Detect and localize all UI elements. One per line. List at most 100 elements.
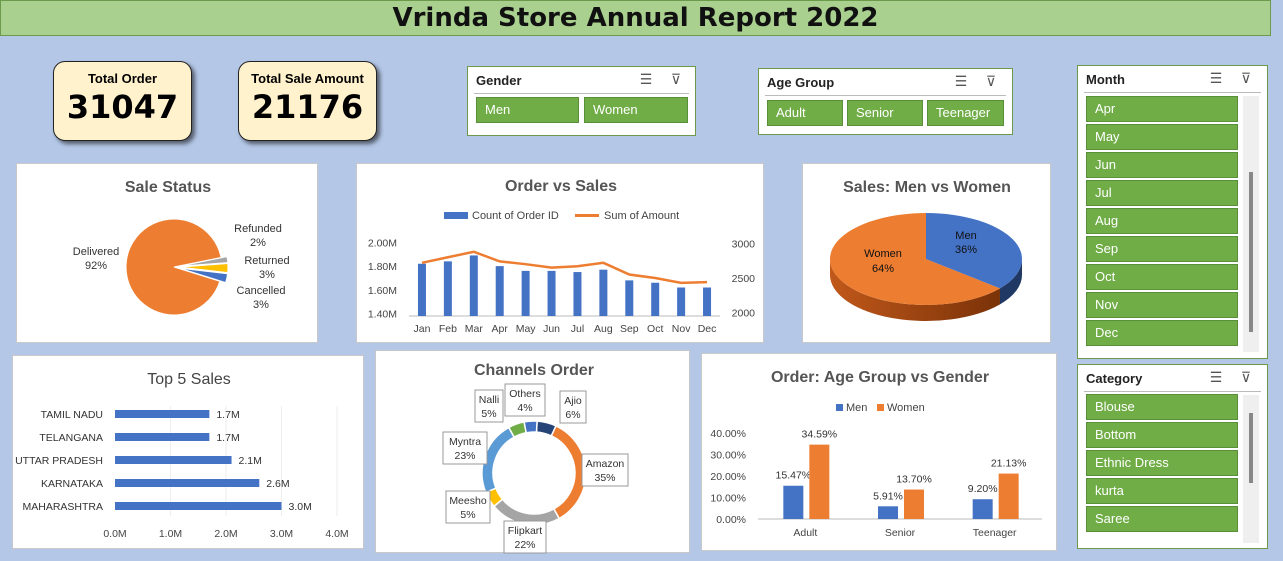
y-right-tick: 2500 [732, 273, 756, 285]
category-item-ethnic-dress[interactable]: Ethnic Dress [1086, 450, 1238, 476]
category-scroll-thumb[interactable] [1249, 413, 1253, 483]
x-tick-label: Nov [672, 323, 691, 335]
slicer-divider [765, 95, 1006, 96]
bar-men [972, 499, 993, 519]
y-category-label: KARNATAKA [41, 478, 103, 490]
age-item-teenager[interactable]: Teenager [927, 100, 1004, 126]
month-item-may[interactable]: May [1086, 124, 1238, 150]
multi-select-icon[interactable]: ☰ [637, 71, 655, 87]
x-tick-label: May [516, 323, 537, 335]
age-item-senior[interactable]: Senior [847, 100, 923, 126]
y-tick-label: 30.00% [710, 450, 746, 462]
category-slicer: Category ☰ ⊽ Blouse Bottom Ethnic Dress kur… [1077, 364, 1268, 549]
category-item-bottom[interactable]: Bottom [1086, 422, 1238, 448]
bar-value-label: 1.7M [216, 432, 239, 444]
bar-value-label: 3.0M [289, 501, 312, 513]
y-tick-label: 20.00% [710, 471, 746, 483]
month-item-oct[interactable]: Oct [1086, 264, 1238, 290]
chart-title: Channels Order [474, 362, 594, 379]
total-order-value: 31047 [66, 88, 179, 126]
legend-label: Sum of Amount [604, 210, 679, 222]
age-vs-gender-card: Order: Age Group vs Gender Men Women 0.00% 1… [701, 353, 1057, 551]
bar-value-label: 13.70% [896, 474, 932, 486]
bar-value-label: 5.91% [873, 490, 903, 502]
clear-filter-icon[interactable]: ⊽ [1237, 70, 1255, 86]
category-item-kurta[interactable]: kurta [1086, 478, 1238, 504]
y-left-tick: 1.60M [368, 285, 397, 297]
slice-name-label: Women [864, 248, 902, 260]
bar-women [998, 473, 1019, 519]
total-sale-value: 21176 [251, 88, 364, 126]
slice-value-label: 2% [250, 237, 266, 249]
y-category-label: UTTAR PRADESH [15, 455, 103, 467]
multi-select-icon[interactable]: ☰ [952, 73, 970, 89]
month-item-aug[interactable]: Aug [1086, 208, 1238, 234]
age-group-slicer: Age Group ☰ ⊽ Adult Senior Teenager [758, 68, 1013, 135]
month-item-dec[interactable]: Dec [1086, 320, 1238, 346]
category-item-saree[interactable]: Saree [1086, 506, 1238, 532]
x-tick-label: 0.0M [103, 528, 126, 540]
x-tick-label: Jan [413, 323, 430, 335]
clear-filter-icon[interactable]: ⊽ [982, 73, 1000, 89]
x-tick-label: Dec [698, 323, 717, 335]
month-item-jul[interactable]: Jul [1086, 180, 1238, 206]
age-vs-gender-chart: Order: Age Group vs Gender Men Women 0.00% 1… [710, 369, 1042, 539]
bar-men [878, 506, 898, 519]
total-order-card: Total Order 31047 [53, 61, 192, 141]
month-item-sep[interactable]: Sep [1086, 236, 1238, 262]
bar-state-sales [115, 502, 282, 510]
legend-swatch-women [877, 404, 884, 411]
slice-name-label: Men [955, 230, 976, 242]
slice-value-label: 3% [259, 269, 275, 281]
month-item-jun[interactable]: Jun [1086, 152, 1238, 178]
bar-state-sales [115, 410, 210, 418]
clear-filter-icon[interactable]: ⊽ [667, 71, 685, 87]
bar-order-count [703, 287, 712, 316]
slice-name-label: Nalli [479, 394, 499, 406]
gender-item-men[interactable]: Men [476, 97, 579, 123]
category-item-blouse[interactable]: Blouse [1086, 394, 1238, 420]
y-category-label: TAMIL NADU [41, 409, 103, 421]
x-tick-label: 2.0M [214, 528, 237, 540]
y-left-tick: 2.00M [368, 237, 397, 249]
x-tick-label: Senior [885, 527, 916, 539]
sale-status-chart: Sale Status Delivered 92% Refunded 2% Returne… [73, 179, 290, 316]
slice-name-label: Returned [244, 255, 289, 267]
line-sum-amount [421, 250, 708, 285]
slice-value-label: 35% [594, 472, 615, 484]
month-item-nov[interactable]: Nov [1086, 292, 1238, 318]
month-item-apr[interactable]: Apr [1086, 96, 1238, 122]
chart-title: Order vs Sales [505, 178, 617, 195]
slice-name-label: Refunded [234, 223, 282, 235]
slice-name-label: Cancelled [237, 285, 286, 297]
x-tick-label: 1.0M [159, 528, 182, 540]
y-left-tick: 1.80M [368, 261, 397, 273]
bar-order-count [495, 266, 504, 316]
legend-label: Women [887, 402, 925, 414]
month-scroll-thumb[interactable] [1249, 172, 1253, 332]
gender-slicer-title: Gender [476, 73, 522, 88]
x-tick-label: Feb [439, 323, 457, 335]
y-category-label: TELANGANA [39, 432, 103, 444]
chart-title: Order: Age Group vs Gender [771, 369, 989, 386]
y-right-tick: 3000 [732, 238, 756, 250]
month-scrollbar[interactable] [1243, 96, 1259, 352]
bar-value-label: 1.7M [216, 409, 239, 421]
slice-name-label: Amazon [586, 458, 625, 470]
bar-order-count [599, 269, 608, 316]
gender-item-women[interactable]: Women [584, 97, 688, 123]
slice-value-label: 6% [565, 409, 580, 421]
order-vs-sales-chart: Order vs Sales Count of Order ID Sum of Am… [368, 178, 756, 335]
month-slicer-title: Month [1086, 72, 1125, 87]
sale-status-card: Sale Status Delivered 92% Refunded 2% Returne… [16, 163, 318, 343]
bar-order-count [521, 270, 530, 316]
category-scrollbar[interactable] [1243, 395, 1259, 543]
bar-order-count [547, 270, 556, 316]
slice-name-label: Others [509, 388, 541, 400]
age-item-adult[interactable]: Adult [767, 100, 843, 126]
slice-name-label: Flipkart [508, 525, 543, 537]
legend-swatch-men [836, 404, 843, 411]
chart-title: Top 5 Sales [147, 371, 231, 388]
multi-select-icon[interactable]: ☰ [1207, 70, 1225, 86]
bar-order-count [469, 255, 478, 316]
